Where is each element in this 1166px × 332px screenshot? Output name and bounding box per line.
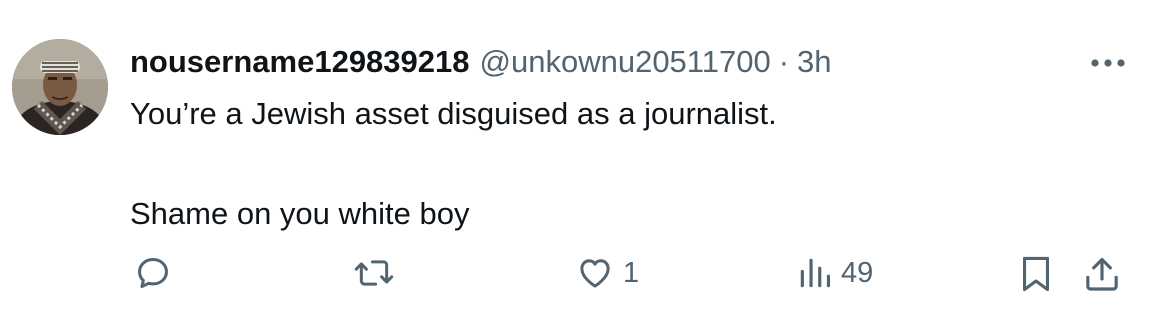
tweet-timestamp[interactable]: 3h (797, 44, 831, 80)
retweet-button[interactable] (353, 254, 403, 292)
like-button[interactable]: 1 (575, 254, 639, 292)
tweet-header: nousername129839218 @unkownu20511700 · 3… (130, 42, 832, 82)
views-chart-icon (797, 254, 833, 292)
avatar-image (12, 39, 108, 135)
more-horizontal-icon (1090, 58, 1126, 68)
views-button[interactable]: 49 (797, 254, 873, 292)
user-handle[interactable]: @unkownu20511700 (480, 44, 771, 80)
separator-dot: · (778, 44, 790, 79)
tweet-text: You’re a Jewish asset disguised as a jou… (130, 94, 1130, 234)
share-icon (1082, 254, 1122, 294)
tweet-text-line: You’re a Jewish asset disguised as a jou… (130, 96, 777, 131)
reply-icon (134, 254, 172, 292)
tweet[interactable]: nousername129839218 @unkownu20511700 · 3… (0, 0, 1166, 332)
avatar[interactable] (12, 39, 108, 135)
share-button[interactable] (1082, 254, 1122, 294)
bookmark-icon (1018, 254, 1054, 294)
reply-button[interactable] (134, 254, 180, 292)
like-count: 1 (623, 256, 640, 289)
views-count: 49 (841, 256, 874, 289)
tweet-text-line: Shame on you white boy (130, 196, 470, 231)
display-name[interactable]: nousername129839218 (130, 44, 470, 80)
more-options-button[interactable] (1086, 48, 1130, 78)
heart-icon (575, 254, 615, 292)
retweet-icon (353, 254, 395, 292)
bookmark-button[interactable] (1018, 254, 1054, 294)
